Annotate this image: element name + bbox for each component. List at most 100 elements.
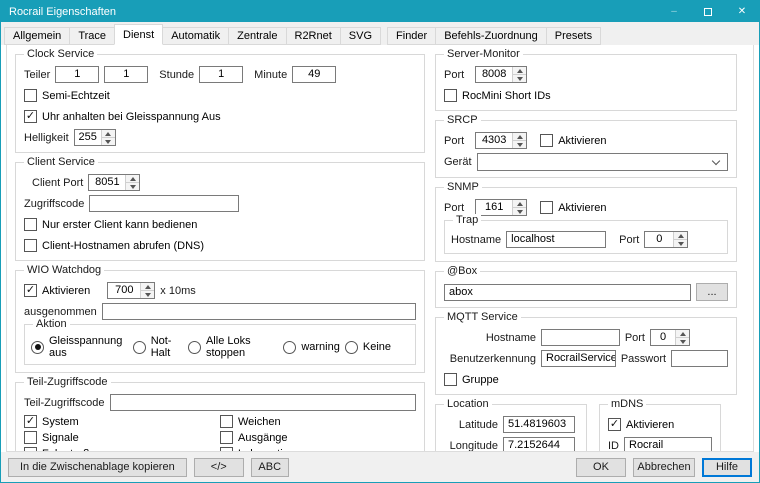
tab-automatik[interactable]: Automatik <box>162 27 229 45</box>
spin-up-icon[interactable] <box>126 175 139 183</box>
spin-up-icon[interactable] <box>513 67 526 75</box>
group-client-service: Client Service Client Port 8051 Zugriffs… <box>15 162 425 261</box>
help-button[interactable]: Hilfe <box>702 458 752 477</box>
ok-button[interactable]: OK <box>576 458 626 477</box>
rocrail-properties-window: Rocrail Eigenschaften – ✕ Allgemein Trac… <box>0 0 760 483</box>
radio-gleisspannung-aus[interactable]: Gleisspannung aus <box>31 335 128 359</box>
group-server-monitor: Server-Monitor Port 8008 RocMini Short I… <box>435 54 737 111</box>
client-port-spinner[interactable]: 8051 <box>88 174 140 191</box>
spin-down-icon[interactable] <box>141 291 154 298</box>
tab-svg[interactable]: SVG <box>340 27 381 45</box>
teiler-input-1[interactable]: 1 <box>55 66 99 83</box>
checkbox-label: Aktivieren <box>626 419 674 431</box>
checkbox-snmp-aktivieren[interactable]: Aktivieren <box>540 201 606 214</box>
checkbox-rocmini-short-ids[interactable]: RocMini Short IDs <box>444 89 551 102</box>
close-button[interactable]: ✕ <box>725 1 759 22</box>
radio-alle-loks-stoppen[interactable]: Alle Loks stoppen <box>188 335 278 359</box>
radio-label: Alle Loks stoppen <box>206 335 278 359</box>
checkbox-gruppe[interactable]: Gruppe <box>444 373 499 386</box>
spin-up-icon[interactable] <box>513 133 526 141</box>
helligkeit-spinner[interactable]: 255 <box>74 129 116 146</box>
checkbox-box <box>220 431 233 444</box>
wio-timeout-suffix: x 10ms <box>160 285 195 297</box>
checkbox-semi-echtzeit[interactable]: Semi-Echtzeit <box>24 89 110 102</box>
tab-trace[interactable]: Trace <box>69 27 115 45</box>
snmp-port-label: Port <box>444 202 464 214</box>
tab-dienst[interactable]: Dienst <box>114 24 163 45</box>
radio-not-halt[interactable]: Not-Halt <box>133 335 183 359</box>
spin-up-icon[interactable] <box>141 283 154 291</box>
minute-input[interactable]: 49 <box>292 66 336 83</box>
checkbox-signale[interactable]: Signale <box>24 431 220 444</box>
trap-port-spinner[interactable]: 0 <box>644 231 688 248</box>
tab-r2rnet[interactable]: R2Rnet <box>286 27 341 45</box>
monitor-port-spinner[interactable]: 8008 <box>475 66 527 83</box>
checkbox-box <box>444 373 457 386</box>
checkbox-client-hostnamen-dns[interactable]: Client-Hostnamen abrufen (DNS) <box>24 239 204 252</box>
spin-down-icon[interactable] <box>674 240 687 247</box>
teiler-input-2[interactable]: 1 <box>104 66 148 83</box>
stunde-input[interactable]: 1 <box>199 66 243 83</box>
checkbox-nur-erster-client[interactable]: Nur erster Client kann bedienen <box>24 218 197 231</box>
maximize-button[interactable] <box>691 1 725 22</box>
abc-button[interactable]: ABC <box>251 458 289 477</box>
group-mdns: mDNS ✓ Aktivieren ID Rocrail Import CS l… <box>599 404 721 452</box>
checkbox-uhr-anhalten[interactable]: ✓ Uhr anhalten bei Gleisspannung Aus <box>24 110 221 123</box>
group-title: SNMP <box>444 181 482 193</box>
xml-code-button[interactable]: </> <box>194 458 244 477</box>
passwort-input[interactable] <box>671 350 728 367</box>
mdns-id-input[interactable]: Rocrail <box>624 437 712 452</box>
latitude-input[interactable]: 51.4819603 <box>503 416 575 433</box>
tab-allgemein[interactable]: Allgemein <box>4 27 70 45</box>
checkbox-wio-aktivieren[interactable]: ✓ Aktivieren <box>24 284 90 297</box>
mqtt-hostname-input[interactable] <box>541 329 620 346</box>
group-title: Clock Service <box>24 48 97 60</box>
tab-finder[interactable]: Finder <box>387 27 436 45</box>
snmp-port-spinner[interactable]: 161 <box>475 199 527 216</box>
chevron-down-icon <box>712 157 720 165</box>
checkbox-box <box>24 218 37 231</box>
geraet-select[interactable] <box>477 153 728 171</box>
mqtt-port-spinner[interactable]: 0 <box>650 329 690 346</box>
spin-down-icon[interactable] <box>513 141 526 148</box>
checkbox-ausgaenge[interactable]: Ausgänge <box>220 431 416 444</box>
atbox-browse-button[interactable]: ... <box>696 283 728 301</box>
tab-befehls-zuordnung[interactable]: Befehls-Zuordnung <box>435 27 547 45</box>
minimize-button[interactable]: – <box>657 1 691 22</box>
spin-up-icon[interactable] <box>513 200 526 208</box>
spin-up-icon[interactable] <box>102 130 115 138</box>
mqtt-hostname-label: Hostname <box>444 332 536 344</box>
srcp-port-spinner[interactable]: 4303 <box>475 132 527 149</box>
cancel-button[interactable]: Abbrechen <box>633 458 695 477</box>
check-icon: ✓ <box>610 419 619 430</box>
teil-code-input[interactable] <box>110 394 417 411</box>
spin-up-icon[interactable] <box>674 232 687 240</box>
radio-warning[interactable]: warning <box>283 341 340 354</box>
spin-down-icon[interactable] <box>513 208 526 215</box>
checkbox-weichen[interactable]: Weichen <box>220 415 416 428</box>
spin-down-icon[interactable] <box>676 338 689 345</box>
benutzerkennung-input[interactable]: RocrailService <box>541 350 616 367</box>
ausgenommen-input[interactable] <box>102 303 416 320</box>
checkbox-mdns-aktivieren[interactable]: ✓ Aktivieren <box>608 418 674 431</box>
copy-to-clipboard-button[interactable]: In die Zwischenablage kopieren <box>8 458 187 477</box>
helligkeit-label: Helligkeit <box>24 132 69 144</box>
geraet-label: Gerät <box>444 156 472 168</box>
spin-up-icon[interactable] <box>676 330 689 338</box>
spin-down-icon[interactable] <box>102 138 115 145</box>
tab-zentrale[interactable]: Zentrale <box>228 27 286 45</box>
checkbox-srcp-aktivieren[interactable]: Aktivieren <box>540 134 606 147</box>
radio-keine[interactable]: Keine <box>345 341 391 354</box>
longitude-input[interactable]: 7.2152644 <box>503 437 575 452</box>
group-title: Server-Monitor <box>444 48 523 60</box>
spin-down-icon[interactable] <box>513 75 526 82</box>
group-title: Client Service <box>24 156 98 168</box>
zugriffscode-input[interactable] <box>89 195 239 212</box>
titlebar[interactable]: Rocrail Eigenschaften – ✕ <box>1 1 759 22</box>
trap-hostname-input[interactable]: localhost <box>506 231 606 248</box>
wio-timeout-spinner[interactable]: 700 <box>107 282 155 299</box>
checkbox-system[interactable]: ✓ System <box>24 415 220 428</box>
atbox-input[interactable]: abox <box>444 284 691 301</box>
spin-down-icon[interactable] <box>126 183 139 190</box>
tab-presets[interactable]: Presets <box>546 27 601 45</box>
